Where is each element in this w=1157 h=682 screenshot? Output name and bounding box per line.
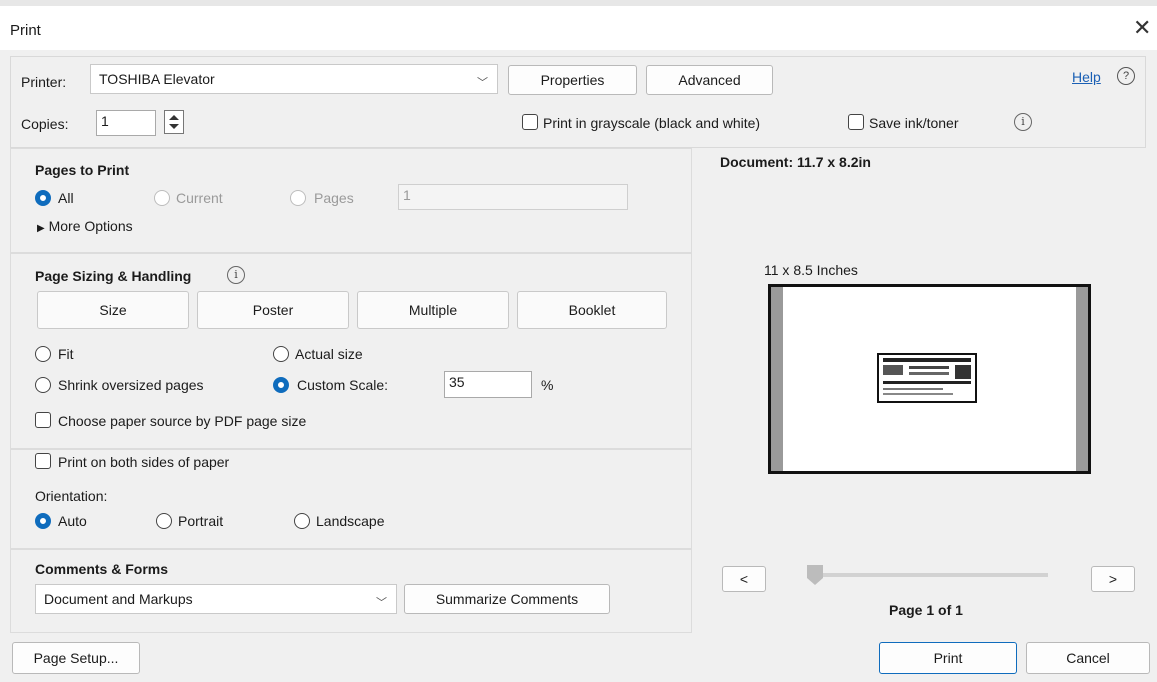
all-radio[interactable] xyxy=(35,190,51,206)
comments-forms-select[interactable]: Document and Markups ﹀ xyxy=(35,584,397,614)
tab-poster[interactable]: Poster xyxy=(197,291,349,329)
save-ink-label: Save ink/toner xyxy=(869,115,959,131)
fit-radio[interactable] xyxy=(35,346,51,362)
tab-multiple[interactable]: Multiple xyxy=(357,291,509,329)
custom-scale-input[interactable]: 35 xyxy=(444,371,532,398)
chevron-down-icon: ﹀ xyxy=(376,597,387,609)
next-page-button[interactable]: > xyxy=(1091,566,1135,592)
tab-size[interactable]: Size xyxy=(37,291,189,329)
paper-source-checkbox[interactable] xyxy=(35,412,51,428)
page-slider-track[interactable] xyxy=(812,573,1048,577)
copies-label: Copies: xyxy=(21,116,69,132)
previous-page-button[interactable]: < xyxy=(722,566,766,592)
comments-forms-heading: Comments & Forms xyxy=(35,561,169,577)
duplex-label: Print on both sides of paper xyxy=(58,454,230,470)
print-button[interactable]: Print xyxy=(879,642,1017,674)
save-ink-checkbox[interactable] xyxy=(848,114,864,130)
thumb-logo xyxy=(883,365,903,375)
pages-range-input: 1 xyxy=(398,184,628,210)
comments-forms-selected-value: Document and Markups xyxy=(44,591,193,607)
page-sizing-heading: Page Sizing & Handling xyxy=(35,268,192,284)
triangle-right-icon: ▶ xyxy=(37,223,45,234)
thumb-line xyxy=(909,372,949,375)
page-sizing-info-icon[interactable]: i xyxy=(227,266,245,284)
orientation-label: Orientation: xyxy=(35,488,108,504)
fit-label: Fit xyxy=(58,346,74,362)
page-indicator: Page 1 of 1 xyxy=(889,602,963,618)
printer-select[interactable]: TOSHIBA Elevator ﹀ xyxy=(90,64,498,94)
pages-radio xyxy=(290,190,306,206)
shrink-radio[interactable] xyxy=(35,377,51,393)
orientation-auto-label: Auto xyxy=(58,513,87,529)
chevron-down-icon: ﹀ xyxy=(477,77,488,89)
orientation-portrait-label: Portrait xyxy=(178,513,224,529)
current-label: Current xyxy=(176,190,223,206)
actual-size-label: Actual size xyxy=(295,346,363,362)
printer-label: Printer: xyxy=(21,74,67,90)
paper-size-label: 11 x 8.5 Inches xyxy=(764,262,858,278)
help-icon[interactable]: ? xyxy=(1117,67,1135,85)
window-title: Print xyxy=(10,22,41,39)
stepper-up-icon[interactable] xyxy=(169,115,179,120)
paper-source-label: Choose paper source by PDF page size xyxy=(58,413,307,429)
tab-booklet[interactable]: Booklet xyxy=(517,291,667,329)
page-setup-button[interactable]: Page Setup... xyxy=(12,642,140,674)
info-icon[interactable]: i xyxy=(1014,113,1032,131)
more-options-toggle[interactable]: ▶ More Options xyxy=(37,218,133,234)
pages-label: Pages xyxy=(314,190,354,206)
page-preview xyxy=(768,284,1091,474)
properties-button[interactable]: Properties xyxy=(508,65,637,95)
copies-stepper[interactable] xyxy=(164,110,184,134)
orientation-landscape-radio[interactable] xyxy=(294,513,310,529)
document-size-label: Document: 11.7 x 8.2in xyxy=(720,154,871,170)
grayscale-label: Print in grayscale (black and white) xyxy=(543,115,761,131)
thumb-line xyxy=(883,388,943,390)
page-margin-right xyxy=(1076,287,1088,471)
actual-size-radio[interactable] xyxy=(273,346,289,362)
orientation-auto-radio[interactable] xyxy=(35,513,51,529)
document-thumbnail xyxy=(877,353,977,403)
stepper-down-icon[interactable] xyxy=(169,124,179,129)
percent-label: % xyxy=(541,377,554,393)
shrink-label: Shrink oversized pages xyxy=(58,377,204,393)
more-options-label: More Options xyxy=(48,218,133,234)
advanced-button[interactable]: Advanced xyxy=(646,65,773,95)
thumb-line xyxy=(883,358,971,362)
grayscale-checkbox[interactable] xyxy=(522,114,538,130)
copies-input[interactable]: 1 xyxy=(96,110,156,136)
orientation-landscape-label: Landscape xyxy=(316,513,385,529)
all-label: All xyxy=(58,190,74,206)
custom-scale-radio[interactable] xyxy=(273,377,289,393)
thumb-line xyxy=(909,366,949,369)
close-icon[interactable]: ✕ xyxy=(1133,17,1151,39)
pages-to-print-heading: Pages to Print xyxy=(35,162,130,178)
thumb-line xyxy=(883,393,953,395)
cancel-button[interactable]: Cancel xyxy=(1026,642,1150,674)
title-bar xyxy=(0,0,1157,50)
current-radio xyxy=(154,190,170,206)
orientation-portrait-radio[interactable] xyxy=(156,513,172,529)
summarize-comments-button[interactable]: Summarize Comments xyxy=(404,584,610,614)
custom-scale-label: Custom Scale: xyxy=(297,377,389,393)
help-link[interactable]: Help xyxy=(1072,69,1101,85)
thumb-line xyxy=(883,381,971,384)
printer-selected-value: TOSHIBA Elevator xyxy=(99,71,215,87)
duplex-checkbox[interactable] xyxy=(35,453,51,469)
thumb-box xyxy=(955,365,971,379)
page-margin-left xyxy=(771,287,783,471)
background-window-strip xyxy=(0,0,1157,6)
